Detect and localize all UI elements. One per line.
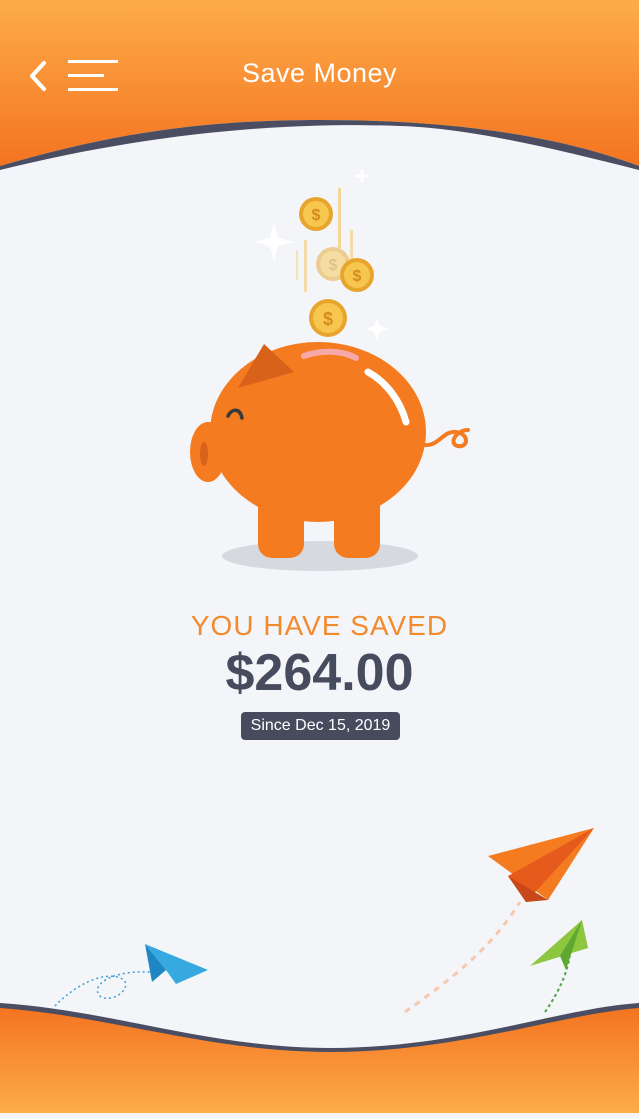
paper-planes-wave-background	[0, 828, 639, 1113]
page-title: Save Money	[241, 58, 398, 88]
app-header: Save Money	[0, 0, 639, 170]
bottom-decoration	[0, 820, 639, 1118]
since-date-badge: Since Dec 15, 2019	[241, 712, 400, 740]
svg-text:$: $	[312, 207, 321, 224]
saved-amount: $264.00	[225, 644, 414, 702]
svg-text:$: $	[353, 268, 362, 285]
piggy-bank-icon: $ $ $ $	[190, 168, 470, 571]
saved-label: YOU HAVE SAVED	[190, 610, 449, 641]
svg-text:$: $	[323, 309, 333, 329]
svg-text:$: $	[329, 257, 338, 274]
piggy-bank-illustration: $ $ $ $	[180, 160, 480, 585]
